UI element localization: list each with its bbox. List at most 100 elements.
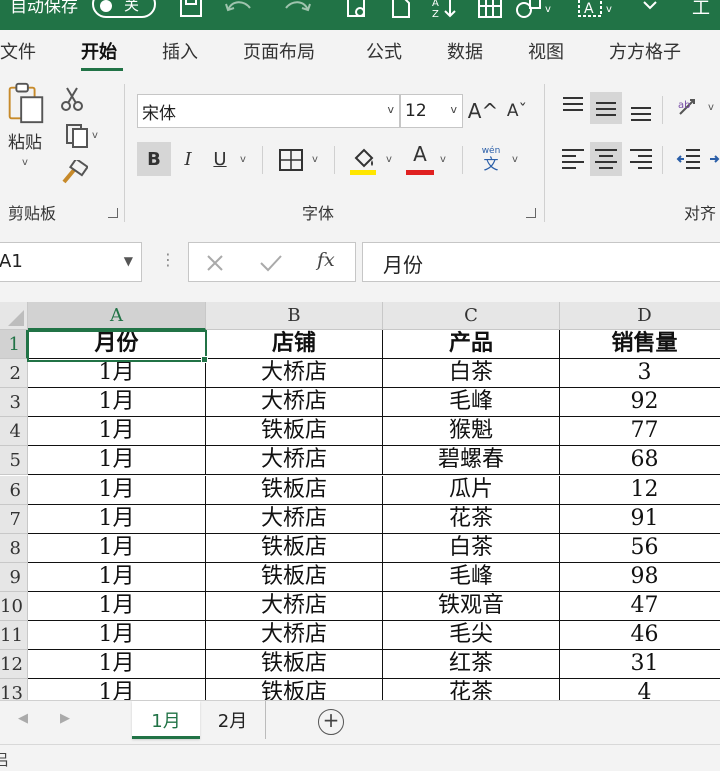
cell-b13[interactable]: 铁板店 — [206, 679, 383, 700]
cell-d13[interactable]: 4 — [560, 679, 720, 700]
format-painter-icon[interactable] — [60, 160, 88, 186]
cell-b6[interactable]: 铁板店 — [206, 475, 383, 505]
align-top-icon[interactable] — [560, 94, 586, 120]
italic-button[interactable]: I — [174, 142, 202, 176]
cell-c6[interactable]: 瓜片 — [383, 475, 560, 505]
row-header-5[interactable]: 5 — [0, 446, 28, 476]
cancel-icon[interactable] — [205, 253, 225, 273]
undo-icon[interactable] — [222, 0, 256, 20]
clipboard-launcher-icon[interactable] — [108, 208, 118, 218]
cell-d4[interactable]: 77 — [560, 417, 720, 447]
align-center-button[interactable] — [590, 142, 622, 176]
cell-a5[interactable]: 1月 — [28, 446, 206, 476]
cell-b10[interactable]: 大桥店 — [206, 591, 383, 621]
tab-formulas[interactable]: 公式 — [366, 38, 402, 64]
cell-b12[interactable]: 铁板店 — [206, 650, 383, 680]
font-size-select[interactable]: 12 v — [400, 94, 463, 128]
sheet-tab-2[interactable]: 2月 — [200, 701, 266, 739]
tab-insert[interactable]: 插入 — [162, 38, 198, 64]
cell-d11[interactable]: 46 — [560, 621, 720, 651]
print-preview-icon[interactable] — [344, 0, 370, 20]
tab-home[interactable]: 开始 — [81, 38, 117, 64]
cell-d10[interactable]: 47 — [560, 592, 720, 621]
new-file-icon[interactable] — [388, 0, 414, 20]
align-left-icon[interactable] — [560, 146, 586, 172]
cell-a7[interactable]: 1月 — [28, 504, 206, 534]
cell-a9[interactable]: 1月 — [28, 562, 206, 592]
scroll-left-icon[interactable]: ◀ — [18, 711, 28, 726]
font-color-button[interactable]: A — [406, 142, 434, 178]
sort-icon[interactable]: AZ — [430, 0, 460, 20]
cell-b7[interactable]: 大桥店 — [206, 504, 383, 534]
font-launcher-icon[interactable] — [526, 208, 536, 218]
borders-icon[interactable] — [278, 148, 304, 172]
underline-button[interactable]: U — [206, 142, 234, 176]
formula-input[interactable]: 月份 — [362, 242, 720, 282]
tab-file[interactable]: 文件 — [0, 38, 36, 64]
cell-b2[interactable]: 大桥店 — [206, 359, 383, 389]
cell-a3[interactable]: 1月 — [28, 388, 206, 418]
select-all-corner[interactable] — [0, 302, 28, 330]
cell-c1[interactable]: 产品 — [383, 330, 560, 360]
tab-view[interactable]: 视图 — [528, 38, 564, 64]
cell-d3[interactable]: 92 — [560, 388, 720, 418]
worksheet-grid[interactable]: A B C D 1 月份 店铺 产品 销售量 2 1月 大桥店 白茶 3 3 1月 大桥店 毛峰 92 4 1月… — [0, 302, 720, 700]
name-box[interactable]: A1 ▼ — [0, 242, 142, 282]
cell-a6[interactable]: 1月 — [28, 475, 206, 505]
align-middle-button[interactable] — [590, 92, 622, 124]
shapes-icon[interactable]: v — [514, 0, 554, 20]
cell-c13[interactable]: 花茶 — [383, 679, 560, 700]
cell-d8[interactable]: 56 — [560, 534, 720, 563]
cell-d2[interactable]: 3 — [560, 359, 720, 389]
text-box-icon[interactable]: Av — [576, 0, 616, 20]
bold-button[interactable]: B — [137, 142, 171, 176]
row-header-4[interactable]: 4 — [0, 417, 28, 447]
cell-c11[interactable]: 毛尖 — [383, 621, 560, 651]
font-name-select[interactable]: 宋体 v — [137, 94, 400, 128]
font-color-dropdown-icon[interactable]: v — [440, 154, 446, 165]
save-icon[interactable] — [176, 0, 206, 20]
cell-c2[interactable]: 白茶 — [383, 359, 560, 389]
paste-dropdown-icon[interactable]: v — [22, 157, 28, 168]
cell-b11[interactable]: 大桥店 — [206, 621, 383, 651]
row-header-3[interactable]: 3 — [0, 388, 28, 418]
row-header-1[interactable]: 1 — [0, 330, 28, 360]
cell-d9[interactable]: 98 — [560, 563, 720, 592]
cell-c8[interactable]: 白茶 — [383, 533, 560, 563]
cell-d12[interactable]: 31 — [560, 650, 720, 680]
tab-page-layout[interactable]: 页面布局 — [243, 38, 315, 64]
column-header-a[interactable]: A — [28, 302, 206, 330]
cut-icon[interactable] — [60, 86, 84, 112]
cell-c10[interactable]: 铁观音 — [383, 591, 560, 621]
cell-c7[interactable]: 花茶 — [383, 504, 560, 534]
decrease-indent-icon[interactable] — [676, 146, 702, 172]
orientation-icon[interactable]: ab — [676, 94, 706, 122]
cell-a4[interactable]: 1月 — [28, 417, 206, 447]
row-header-11[interactable]: 11 — [0, 621, 28, 651]
cell-c12[interactable]: 红茶 — [383, 650, 560, 680]
paste-button[interactable]: 粘贴 v — [0, 80, 50, 168]
cell-a13[interactable]: 1月 — [28, 679, 206, 700]
sheet-tab-1[interactable]: 1月 — [132, 701, 200, 739]
row-header-13[interactable]: 13 — [0, 679, 28, 700]
table-icon[interactable] — [476, 0, 504, 20]
align-right-icon[interactable] — [628, 146, 654, 172]
more-icon[interactable] — [640, 0, 660, 20]
tab-fangfang-gezi[interactable]: 方方格子 — [609, 38, 681, 64]
cell-b5[interactable]: 大桥店 — [206, 446, 383, 476]
cell-c4[interactable]: 猴魁 — [383, 417, 560, 447]
fill-color-icon[interactable] — [350, 144, 378, 176]
formula-bar-grip-icon[interactable]: ⋮ — [160, 250, 176, 269]
cell-a10[interactable]: 1月 — [28, 591, 206, 621]
phonetic-dropdown-icon[interactable]: v — [512, 154, 518, 165]
row-header-7[interactable]: 7 — [0, 504, 28, 534]
cell-b9[interactable]: 铁板店 — [206, 562, 383, 592]
align-bottom-icon[interactable] — [628, 96, 654, 124]
increase-indent-icon[interactable] — [708, 146, 720, 172]
row-header-12[interactable]: 12 — [0, 650, 28, 680]
tab-data[interactable]: 数据 — [447, 38, 483, 64]
enter-icon[interactable] — [259, 253, 283, 273]
cell-b4[interactable]: 铁板店 — [206, 417, 383, 447]
cell-a2[interactable]: 1月 — [28, 359, 206, 389]
cell-d5[interactable]: 68 — [560, 446, 720, 476]
